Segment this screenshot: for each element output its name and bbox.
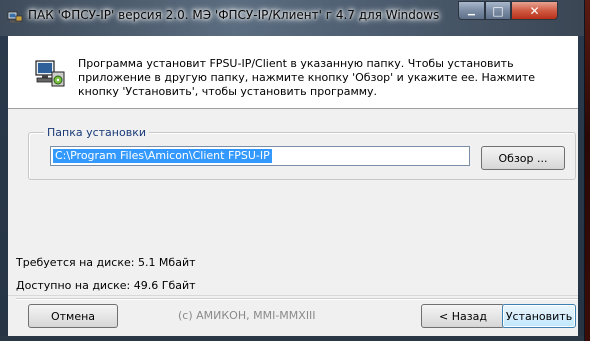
footer-divider <box>8 295 578 296</box>
app-icon <box>7 11 23 23</box>
header-panel: Программа установит FPSU-IP/Client в ука… <box>8 36 578 109</box>
close-button[interactable]: ✕ <box>511 1 558 20</box>
install-folder-label: Папка установки <box>44 126 149 139</box>
maximize-icon: □ <box>492 3 504 18</box>
install-path-value: C:\Program Files\Amicon\Client FPSU-IP <box>53 149 272 163</box>
close-icon: ✕ <box>529 3 540 18</box>
browse-button[interactable]: Обзор ... <box>481 146 565 170</box>
back-button[interactable]: < Назад <box>421 304 505 328</box>
copyright-text: (c) АМИКОН, MMI-MMXIII <box>178 309 316 322</box>
installer-computer-icon <box>35 60 65 87</box>
install-path-input[interactable]: C:\Program Files\Amicon\Client FPSU-IP <box>50 146 470 166</box>
install-info-text: Программа установит FPSU-IP/Client в ука… <box>78 57 536 98</box>
minimize-button[interactable]: ▁ <box>458 1 485 20</box>
cancel-button[interactable]: Отмена <box>28 304 118 328</box>
caption-buttons: ▁ □ ✕ <box>458 1 576 21</box>
maximize-button[interactable]: □ <box>485 1 511 20</box>
installer-window: ПАК 'ФПСУ-IP' версия 2.0. МЭ 'ФПСУ-IP/Кл… <box>0 0 585 341</box>
install-button[interactable]: Установить <box>502 304 576 328</box>
minimize-icon: ▁ <box>468 5 475 16</box>
disk-divider <box>16 298 578 300</box>
dialog-client-area: Программа установит FPSU-IP/Client в ука… <box>8 36 578 341</box>
window-title: ПАК 'ФПСУ-IP' версия 2.0. МЭ 'ФПСУ-IP/Кл… <box>28 8 440 22</box>
disk-required-text: Требуется на диске: 5.1 Мбайт <box>16 256 196 269</box>
title-bar[interactable]: ПАК 'ФПСУ-IP' версия 2.0. МЭ 'ФПСУ-IP/Кл… <box>0 0 584 36</box>
window-bottom-frame <box>0 336 584 341</box>
disk-available-text: Доступно на диске: 49.6 Гбайт <box>16 279 196 292</box>
